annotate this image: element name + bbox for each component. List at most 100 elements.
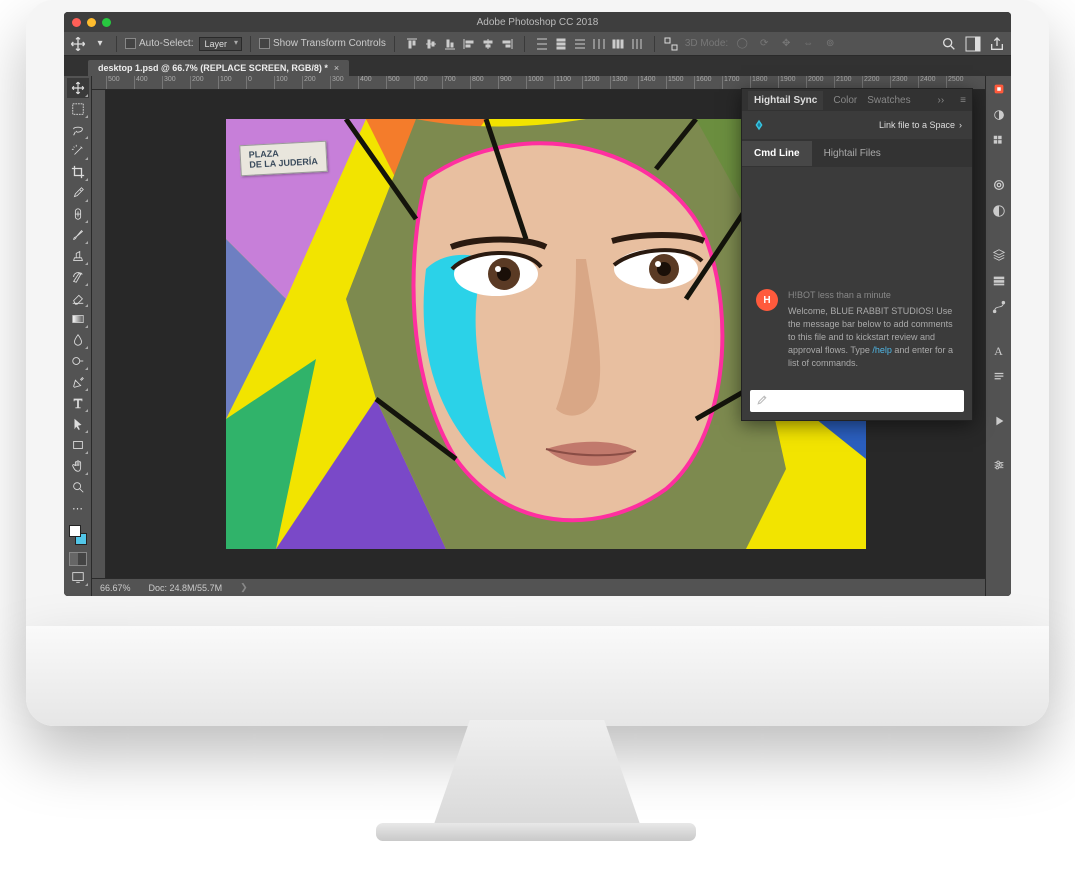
eyedropper-tool-icon[interactable] [67, 183, 89, 203]
link-file-label: Link file to a Space [879, 120, 955, 130]
share-icon[interactable] [989, 36, 1005, 52]
toolbox: ⋯ [64, 76, 92, 596]
paths-dock-icon[interactable] [990, 298, 1008, 316]
eraser-tool-icon[interactable] [67, 288, 89, 308]
panel-tab-hightail-sync[interactable]: Hightail Sync [748, 91, 823, 110]
show-transform-label: Show Transform Controls [273, 38, 386, 49]
foreground-color-swatch[interactable] [69, 525, 81, 537]
show-transform-checkbox[interactable]: Show Transform Controls [259, 38, 386, 49]
panel-menu-icon[interactable]: ≡ [960, 95, 966, 106]
healing-brush-tool-icon[interactable] [67, 204, 89, 224]
distribute-right-icon[interactable] [628, 35, 646, 53]
character-dock-icon[interactable]: A [990, 342, 1008, 360]
subtab-cmd-line[interactable]: Cmd Line [742, 141, 812, 166]
path-selection-tool-icon[interactable] [67, 414, 89, 434]
layers-dock-icon[interactable] [990, 246, 1008, 264]
document-tab-label: desktop 1.psd @ 66.7% (REPLACE SCREEN, R… [98, 63, 328, 73]
status-bar-chevron-icon[interactable]: ❯ [240, 582, 248, 593]
roll-3d-icon: ⟳ [756, 36, 772, 52]
brush-tool-icon[interactable] [67, 225, 89, 245]
history-brush-tool-icon[interactable] [67, 267, 89, 287]
magic-wand-tool-icon[interactable] [67, 141, 89, 161]
bot-message: H H!BOT less than a minute Welcome, BLUE… [756, 289, 958, 370]
subtab-hightail-files[interactable]: Hightail Files [812, 141, 893, 166]
align-hcenter-icon[interactable] [479, 35, 497, 53]
lasso-tool-icon[interactable] [67, 120, 89, 140]
foreground-background-colors[interactable] [67, 523, 89, 547]
screen-mode-icon[interactable] [67, 567, 89, 587]
edit-toolbar-icon[interactable]: ⋯ [67, 498, 89, 518]
help-command-link[interactable]: /help [872, 345, 892, 355]
panel-tab-row: Hightail Sync Color Swatches ›› ≡ [742, 89, 972, 111]
panel-body: H H!BOT less than a minute Welcome, BLUE… [742, 167, 972, 382]
move-tool-indicator-icon[interactable] [70, 36, 86, 52]
clone-stamp-tool-icon[interactable] [67, 246, 89, 266]
doc-size-info[interactable]: Doc: 24.8M/55.7M [149, 583, 223, 593]
ruler-vertical[interactable] [92, 90, 106, 578]
pan-3d-icon: ✥ [778, 36, 794, 52]
gradient-tool-icon[interactable] [67, 309, 89, 329]
align-bottom-icon[interactable] [441, 35, 459, 53]
distribute-left-icon[interactable] [590, 35, 608, 53]
paragraph-dock-icon[interactable] [990, 368, 1008, 386]
document-tab[interactable]: desktop 1.psd @ 66.7% (REPLACE SCREEN, R… [88, 60, 349, 76]
zoom-tool-icon[interactable] [67, 477, 89, 497]
plaque-line2: DE LA JUDERÍA [249, 157, 318, 171]
bot-message-body: Welcome, BLUE RABBIT STUDIOS! Use the me… [788, 305, 958, 370]
zoom-level[interactable]: 66.67% [100, 583, 131, 593]
search-icon[interactable] [941, 36, 957, 52]
marquee-tool-icon[interactable] [67, 99, 89, 119]
rectangle-tool-icon[interactable] [67, 435, 89, 455]
panel-link-row: Link file to a Space › [742, 111, 972, 139]
status-bar: 66.67% Doc: 24.8M/55.7M ❯ [92, 578, 985, 596]
hand-tool-icon[interactable] [67, 456, 89, 476]
distribute-top-icon[interactable] [533, 35, 551, 53]
panel-collapse-icon[interactable]: ›› [937, 95, 944, 106]
bot-avatar-icon: H [756, 289, 778, 311]
adjustments-dock-icon[interactable] [990, 202, 1008, 220]
type-tool-icon[interactable] [67, 393, 89, 413]
close-tab-icon[interactable]: × [334, 63, 339, 73]
auto-select-label: Auto-Select: [139, 38, 193, 49]
orbit-3d-icon: ◯ [734, 36, 750, 52]
crop-tool-icon[interactable] [67, 162, 89, 182]
quick-mask-toggle-icon[interactable] [69, 552, 87, 566]
properties-dock-icon[interactable] [990, 456, 1008, 474]
panel-tab-color[interactable]: Color [833, 95, 857, 106]
distribute-vcenter-icon[interactable] [552, 35, 570, 53]
auto-select-dropdown[interactable]: Layer [199, 37, 242, 51]
distribute-hcenter-icon[interactable] [609, 35, 627, 53]
channels-dock-icon[interactable] [990, 272, 1008, 290]
hightail-panel: Hightail Sync Color Swatches ›› ≡ Link f… [741, 88, 973, 421]
hightail-dock-icon[interactable] [990, 80, 1008, 98]
dodge-tool-icon[interactable] [67, 351, 89, 371]
auto-align-icon[interactable] [663, 36, 679, 52]
tool-preset-dropdown-icon[interactable]: ▾ [92, 36, 108, 52]
options-bar: ▾ Auto-Select: Layer Show Transform Cont… [64, 32, 1011, 56]
color-dock-icon[interactable] [990, 106, 1008, 124]
auto-select-checkbox[interactable]: Auto-Select: [125, 38, 193, 49]
distribute-bottom-icon[interactable] [571, 35, 589, 53]
align-left-icon[interactable] [460, 35, 478, 53]
libraries-dock-icon[interactable] [990, 176, 1008, 194]
compose-icon [756, 394, 768, 409]
align-vcenter-icon[interactable] [422, 35, 440, 53]
imac-chin [26, 626, 1049, 726]
comment-input[interactable] [750, 390, 964, 412]
align-right-icon[interactable] [498, 35, 516, 53]
blur-tool-icon[interactable] [67, 330, 89, 350]
pen-tool-icon[interactable] [67, 372, 89, 392]
move-tool-icon[interactable] [67, 78, 89, 98]
panel-input-row [742, 382, 972, 420]
link-file-button[interactable]: Link file to a Space › [879, 120, 962, 130]
actions-dock-icon[interactable] [990, 412, 1008, 430]
swatches-dock-icon[interactable] [990, 132, 1008, 150]
mode-3d-label: 3D Mode: [685, 38, 728, 49]
workspace-switcher-icon[interactable] [965, 36, 981, 52]
imac-stand [432, 720, 642, 830]
align-top-icon[interactable] [403, 35, 421, 53]
chevron-right-icon: › [959, 120, 962, 130]
imac-foot [376, 823, 696, 841]
panel-tab-swatches[interactable]: Swatches [867, 95, 910, 106]
distribute-buttons [533, 35, 646, 53]
